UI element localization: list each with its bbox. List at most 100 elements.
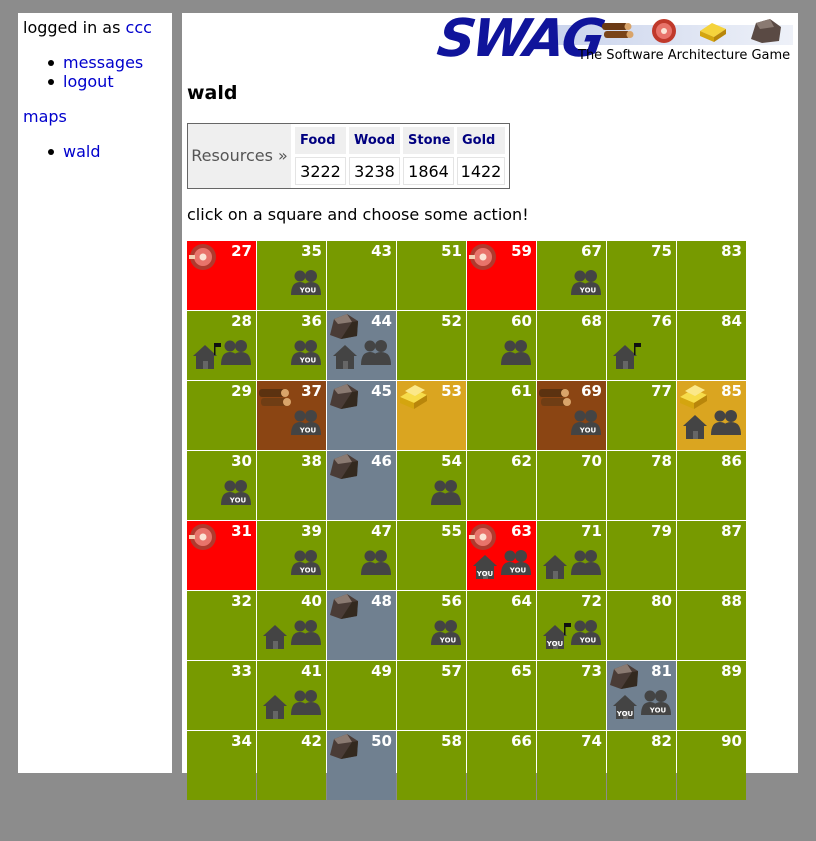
square-number: 50 bbox=[371, 732, 392, 750]
svg-text:YOU: YOU bbox=[579, 637, 597, 645]
map-square-41[interactable]: 41 bbox=[257, 661, 326, 730]
map-square-36[interactable]: 36 YOU bbox=[257, 311, 326, 380]
square-number: 44 bbox=[371, 312, 392, 330]
player-units-icon: YOU bbox=[501, 550, 531, 575]
square-number: 38 bbox=[301, 452, 322, 470]
map-square-30[interactable]: 30 YOU bbox=[187, 451, 256, 520]
map-square-31[interactable]: 31 bbox=[187, 521, 256, 590]
resource-value-wood: 3238 bbox=[349, 157, 400, 185]
map-square-67[interactable]: 67 YOU bbox=[537, 241, 606, 310]
house-icon: YOU bbox=[613, 695, 637, 719]
units-icon bbox=[711, 410, 741, 435]
map-square-34[interactable]: 34 bbox=[187, 731, 256, 800]
messages-link[interactable]: messages bbox=[63, 53, 143, 72]
map-square-83[interactable]: 83 bbox=[677, 241, 746, 310]
square-number: 78 bbox=[651, 452, 672, 470]
map-square-58[interactable]: 58 bbox=[397, 731, 466, 800]
map-square-71[interactable]: 71 bbox=[537, 521, 606, 590]
map-square-42[interactable]: 42 bbox=[257, 731, 326, 800]
map-square-45[interactable]: 45 bbox=[327, 381, 396, 450]
map-square-38[interactable]: 38 bbox=[257, 451, 326, 520]
maps-link[interactable]: maps bbox=[23, 107, 67, 126]
square-number: 69 bbox=[581, 382, 602, 400]
map-square-90[interactable]: 90 bbox=[677, 731, 746, 800]
meat-icon bbox=[189, 524, 216, 550]
map-square-84[interactable]: 84 bbox=[677, 311, 746, 380]
map-square-37[interactable]: 37 YOU bbox=[257, 381, 326, 450]
map-square-87[interactable]: 87 bbox=[677, 521, 746, 590]
map-square-72[interactable]: 72 YOU YOU bbox=[537, 591, 606, 660]
map-square-77[interactable]: 77 bbox=[607, 381, 676, 450]
map-square-82[interactable]: 82 bbox=[607, 731, 676, 800]
svg-text:YOU: YOU bbox=[509, 567, 527, 575]
player-units-icon: YOU bbox=[571, 620, 601, 645]
map-square-47[interactable]: 47 bbox=[327, 521, 396, 590]
square-number: 45 bbox=[371, 382, 392, 400]
map-square-54[interactable]: 54 bbox=[397, 451, 466, 520]
svg-text:YOU: YOU bbox=[579, 287, 597, 295]
logout-link[interactable]: logout bbox=[63, 72, 114, 91]
map-square-39[interactable]: 39 YOU bbox=[257, 521, 326, 590]
map-square-85[interactable]: 85 bbox=[677, 381, 746, 450]
map-square-60[interactable]: 60 bbox=[467, 311, 536, 380]
map-square-28[interactable]: 28 bbox=[187, 311, 256, 380]
username-link[interactable]: ccc bbox=[126, 18, 152, 37]
meat-icon bbox=[189, 244, 216, 270]
map-square-27[interactable]: 27 bbox=[187, 241, 256, 310]
map-square-32[interactable]: 32 bbox=[187, 591, 256, 660]
map-square-43[interactable]: 43 bbox=[327, 241, 396, 310]
map-square-51[interactable]: 51 bbox=[397, 241, 466, 310]
map-square-59[interactable]: 59 bbox=[467, 241, 536, 310]
map-square-89[interactable]: 89 bbox=[677, 661, 746, 730]
map-square-49[interactable]: 49 bbox=[327, 661, 396, 730]
map-link-wald[interactable]: wald bbox=[63, 142, 101, 161]
resource-header-food: Food bbox=[295, 127, 346, 154]
map-square-68[interactable]: 68 bbox=[537, 311, 606, 380]
map-square-74[interactable]: 74 bbox=[537, 731, 606, 800]
map-square-63[interactable]: 63 YOU YOU bbox=[467, 521, 536, 590]
map-square-57[interactable]: 57 bbox=[397, 661, 466, 730]
map-square-69[interactable]: 69 YOU bbox=[537, 381, 606, 450]
map-square-53[interactable]: 53 bbox=[397, 381, 466, 450]
meat-icon bbox=[469, 524, 496, 550]
resource-header-stone: Stone bbox=[403, 127, 454, 154]
map-square-86[interactable]: 86 bbox=[677, 451, 746, 520]
map-square-73[interactable]: 73 bbox=[537, 661, 606, 730]
map-square-81[interactable]: 81 YOU YOU bbox=[607, 661, 676, 730]
resource-header-wood: Wood bbox=[349, 127, 400, 154]
map-square-29[interactable]: 29 bbox=[187, 381, 256, 450]
map-square-55[interactable]: 55 bbox=[397, 521, 466, 590]
square-number: 32 bbox=[231, 592, 252, 610]
map-square-78[interactable]: 78 bbox=[607, 451, 676, 520]
map-square-66[interactable]: 66 bbox=[467, 731, 536, 800]
map-square-65[interactable]: 65 bbox=[467, 661, 536, 730]
map-square-46[interactable]: 46 bbox=[327, 451, 396, 520]
map-square-76[interactable]: 76 bbox=[607, 311, 676, 380]
map-square-56[interactable]: 56 YOU bbox=[397, 591, 466, 660]
map-square-88[interactable]: 88 bbox=[677, 591, 746, 660]
square-number: 67 bbox=[581, 242, 602, 260]
stone-icon bbox=[330, 454, 358, 479]
player-units-icon: YOU bbox=[641, 690, 671, 715]
map-square-70[interactable]: 70 bbox=[537, 451, 606, 520]
player-units-icon: YOU bbox=[291, 550, 321, 575]
map-square-35[interactable]: 35 YOU bbox=[257, 241, 326, 310]
map-square-40[interactable]: 40 bbox=[257, 591, 326, 660]
map-square-62[interactable]: 62 bbox=[467, 451, 536, 520]
map-square-52[interactable]: 52 bbox=[397, 311, 466, 380]
map-square-80[interactable]: 80 bbox=[607, 591, 676, 660]
map-square-50[interactable]: 50 bbox=[327, 731, 396, 800]
map-square-61[interactable]: 61 bbox=[467, 381, 536, 450]
maps-heading: maps bbox=[23, 107, 67, 126]
house-icon bbox=[263, 695, 287, 719]
map-square-79[interactable]: 79 bbox=[607, 521, 676, 590]
square-number: 30 bbox=[231, 452, 252, 470]
login-prefix: logged in as bbox=[23, 18, 121, 37]
map-square-48[interactable]: 48 bbox=[327, 591, 396, 660]
map-square-64[interactable]: 64 bbox=[467, 591, 536, 660]
square-number: 39 bbox=[301, 522, 322, 540]
map-square-75[interactable]: 75 bbox=[607, 241, 676, 310]
map-square-44[interactable]: 44 bbox=[327, 311, 396, 380]
sidebar: logged in as ccc messages logout maps wa… bbox=[18, 13, 172, 773]
map-square-33[interactable]: 33 bbox=[187, 661, 256, 730]
